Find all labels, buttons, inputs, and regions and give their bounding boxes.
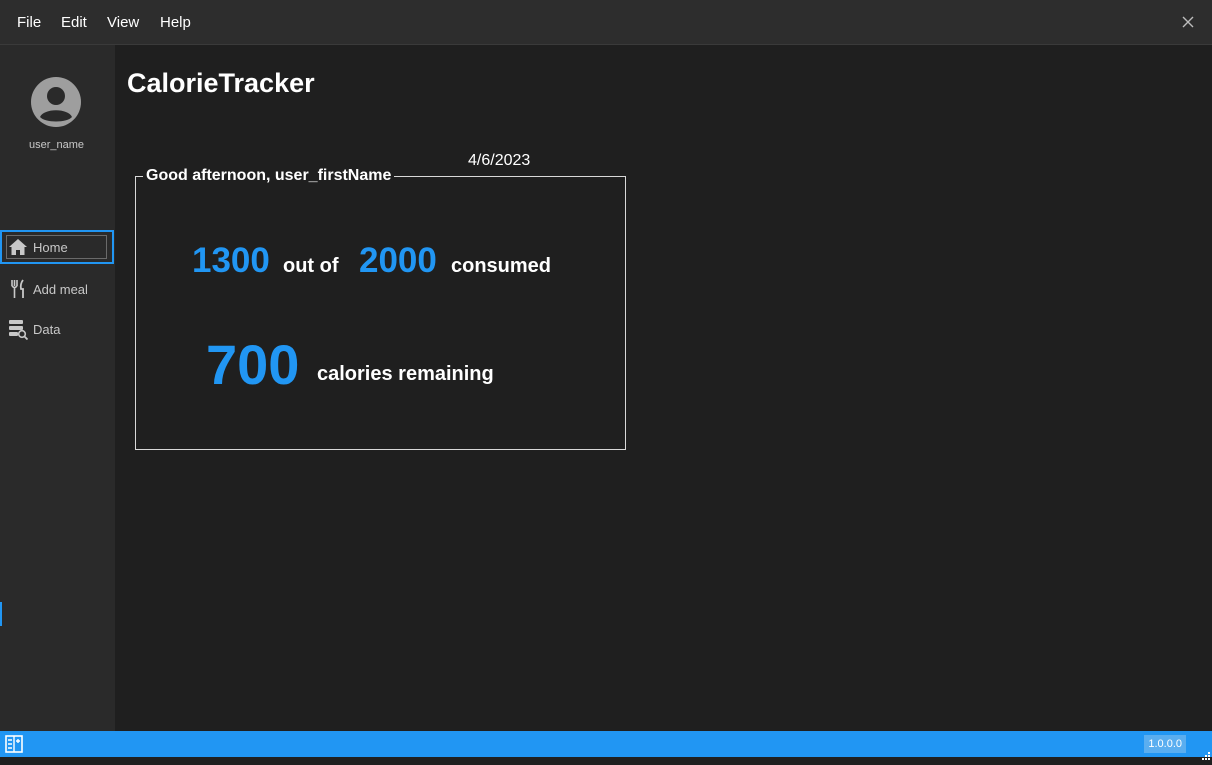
resize-grip-icon[interactable] — [1202, 747, 1210, 760]
user-avatar-icon — [31, 77, 81, 127]
sidebar-item-add-meal[interactable]: Add meal — [3, 275, 111, 303]
app-window-icon[interactable] — [5, 735, 23, 753]
menu-bar: File Edit View Help — [0, 0, 1212, 45]
sidebar-item-home[interactable]: Home — [0, 230, 114, 264]
left-edge-marker — [0, 602, 2, 626]
sidebar-item-data[interactable]: Data — [3, 315, 111, 343]
page-title: CalorieTracker — [127, 68, 315, 98]
home-item-frame — [6, 235, 107, 259]
consumed-value: 1300 — [192, 241, 270, 280]
utensils-icon — [7, 278, 29, 300]
sidebar-item-label: Add meal — [33, 281, 88, 297]
goal-value: 2000 — [359, 241, 437, 280]
status-bar: 1.0.0.0 — [0, 731, 1212, 760]
remaining-label: calories remaining — [317, 363, 494, 385]
summary-groupbox: Good afternoon, user_firstName 1300 out … — [135, 167, 626, 450]
menu-view[interactable]: View — [107, 14, 139, 31]
username-label: user_name — [28, 139, 85, 151]
close-button[interactable] — [1178, 12, 1198, 32]
menu-help[interactable]: Help — [160, 14, 191, 31]
menu-file[interactable]: File — [17, 14, 41, 31]
version-badge: 1.0.0.0 — [1144, 735, 1186, 753]
greeting-label: Good afternoon, user_firstName — [143, 167, 395, 185]
out-of-label: out of — [283, 255, 339, 277]
sidebar-item-label: Data — [33, 321, 61, 337]
menu-edit[interactable]: Edit — [61, 14, 87, 31]
close-icon — [1182, 16, 1194, 28]
avatar[interactable] — [31, 77, 81, 127]
data-search-icon — [7, 318, 29, 340]
consumed-label: consumed — [451, 255, 552, 277]
sidebar: user_name Home Add meal Data — [0, 45, 115, 731]
remaining-value: 700 — [206, 333, 300, 396]
date-label: 4/6/2023 — [468, 152, 531, 169]
